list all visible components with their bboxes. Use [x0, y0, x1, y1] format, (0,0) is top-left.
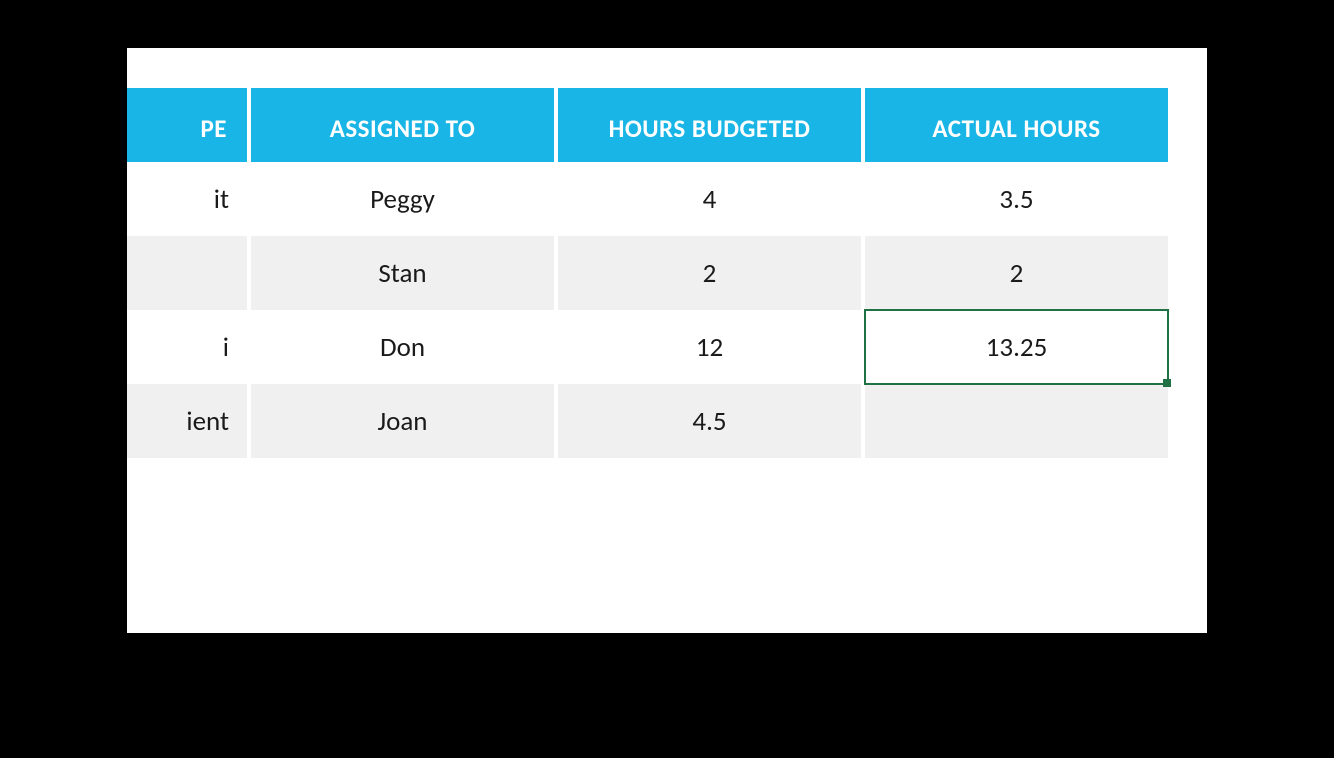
- cell-value: Joan: [378, 405, 428, 438]
- table-cell[interactable]: Don: [251, 310, 554, 384]
- table-cell[interactable]: 2: [865, 236, 1168, 310]
- table-cell[interactable]: 4: [558, 162, 861, 236]
- cell-value: 4: [703, 183, 717, 216]
- table-cell[interactable]: Peggy: [251, 162, 554, 236]
- cell-value: 4.5: [692, 405, 726, 438]
- table-cell-selected[interactable]: 13.25: [865, 310, 1168, 384]
- table-cell-empty[interactable]: [251, 458, 554, 514]
- cell-value: 3.5: [999, 183, 1033, 216]
- table-cell[interactable]: it: [127, 162, 247, 236]
- table-cell-empty[interactable]: [127, 458, 247, 514]
- spreadsheet-panel: PE ASSIGNED TO HOURS BUDGETED ACTUAL HOU…: [127, 48, 1207, 633]
- cell-value: Don: [380, 331, 425, 364]
- cell-value: Stan: [378, 257, 426, 290]
- cell-value: i: [223, 331, 229, 364]
- cell-value: 2: [1010, 257, 1024, 290]
- cell-value: 12: [696, 331, 723, 364]
- col-header-label: PE: [200, 113, 227, 144]
- col-header-type[interactable]: PE: [127, 88, 247, 168]
- table-cell[interactable]: Joan: [251, 384, 554, 458]
- cell-value: Peggy: [370, 183, 435, 216]
- cell-value: it: [214, 183, 229, 216]
- table-cell[interactable]: 3.5: [865, 162, 1168, 236]
- table-cell[interactable]: [127, 236, 247, 310]
- table-cell-empty[interactable]: [558, 458, 861, 514]
- table-cell[interactable]: 4.5: [558, 384, 861, 458]
- col-header-assigned-to[interactable]: ASSIGNED TO: [251, 88, 554, 168]
- cell-value: 13.25: [986, 331, 1048, 364]
- col-header-label: ACTUAL HOURS: [932, 113, 1100, 144]
- col-header-label: ASSIGNED TO: [330, 113, 476, 144]
- cell-value: 2: [703, 257, 717, 290]
- table-cell[interactable]: 2: [558, 236, 861, 310]
- table-cell[interactable]: Stan: [251, 236, 554, 310]
- table-cell-empty[interactable]: [865, 458, 1168, 514]
- col-header-actual-hours[interactable]: ACTUAL HOURS: [865, 88, 1168, 168]
- data-table: PE ASSIGNED TO HOURS BUDGETED ACTUAL HOU…: [127, 88, 1177, 528]
- col-header-hours-budgeted[interactable]: HOURS BUDGETED: [558, 88, 861, 168]
- cell-value: ient: [186, 405, 229, 438]
- table-cell[interactable]: i: [127, 310, 247, 384]
- table-cell[interactable]: 12: [558, 310, 861, 384]
- col-header-label: HOURS BUDGETED: [609, 113, 811, 144]
- table-cell[interactable]: [865, 384, 1168, 458]
- table-cell[interactable]: ient: [127, 384, 247, 458]
